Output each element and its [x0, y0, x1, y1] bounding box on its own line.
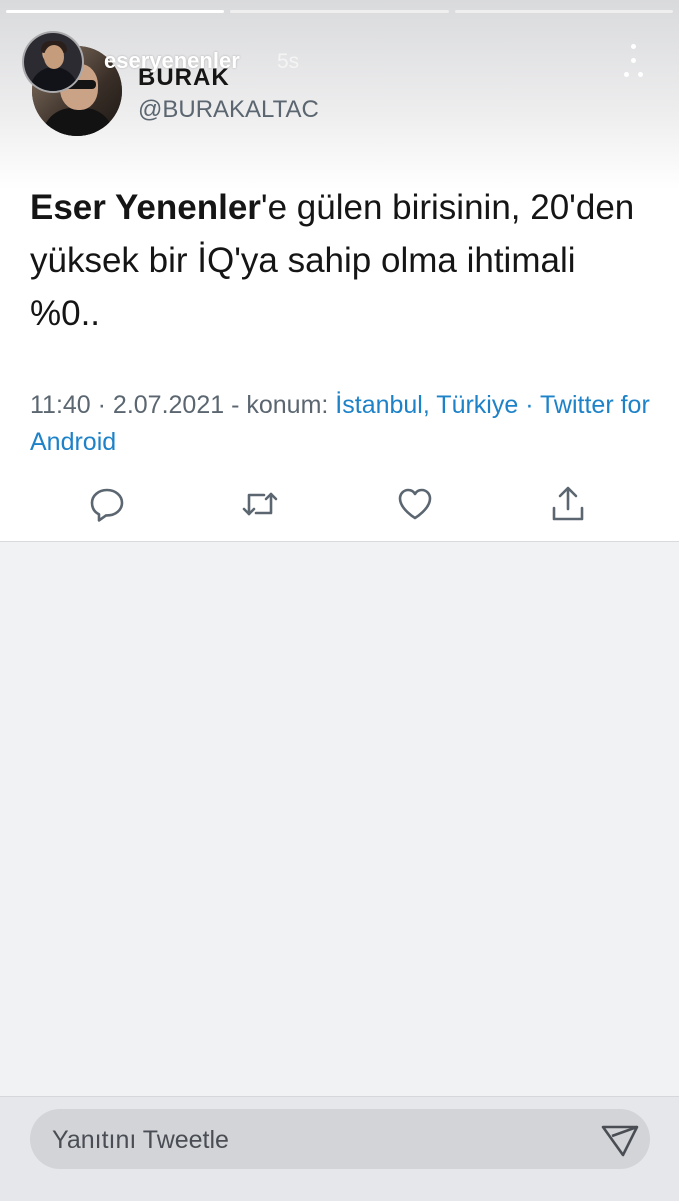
more-options-icon[interactable]: [622, 44, 646, 80]
reply-input[interactable]: Yanıtını Tweetle: [30, 1109, 650, 1169]
retweet-icon[interactable]: [240, 484, 280, 524]
send-icon[interactable]: [600, 1123, 640, 1159]
reply-bar: Yanıtını Tweetle: [0, 1096, 679, 1201]
reply-placeholder: Yanıtını Tweetle: [52, 1126, 229, 1154]
tweet-text-mention: Eser Yenenler: [30, 188, 261, 227]
tweet-location-link[interactable]: İstanbul, Türkiye: [335, 391, 518, 419]
tweet-meta: 11:40 · 2.07.2021 - konum: İstanbul, Tür…: [30, 387, 650, 461]
meta-separator: ·: [518, 391, 541, 419]
story-user-avatar[interactable]: [22, 31, 84, 93]
share-icon[interactable]: [548, 484, 588, 524]
tweet-timestamp: 11:40 · 2.07.2021 - konum:: [30, 391, 336, 419]
tweet-text: Eser Yenenler'e gülen birisinin, 20'den …: [30, 181, 655, 340]
story-username[interactable]: eseryenenler: [104, 48, 240, 74]
heart-icon[interactable]: [395, 484, 435, 524]
story-progress-segment: [6, 10, 225, 13]
comment-icon[interactable]: [87, 484, 127, 524]
story-timestamp: 5s: [277, 50, 300, 73]
story-progress-segment: [230, 10, 449, 13]
tweet-author-handle[interactable]: @BURAKALTAC: [138, 96, 319, 124]
tweet-actions: [0, 484, 679, 524]
story-progress-segment: [454, 10, 673, 13]
story-progress-bar: [6, 10, 673, 13]
